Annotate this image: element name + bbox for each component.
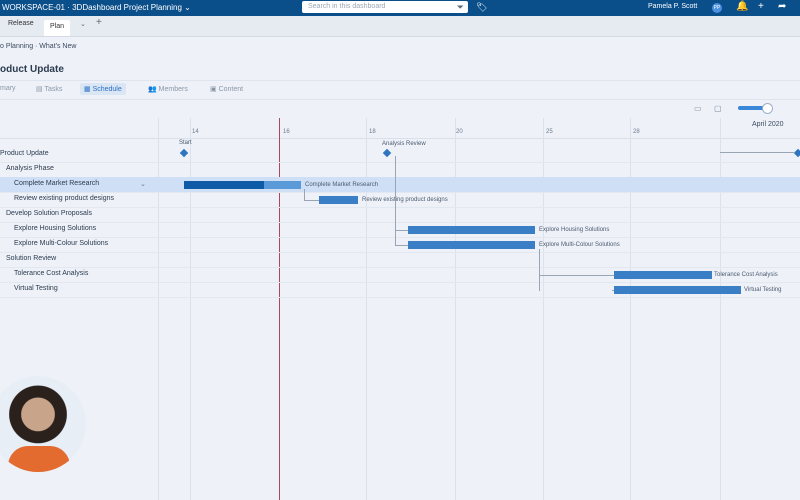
- bar-label: Complete Market Research: [305, 182, 379, 188]
- content-icon: ▣: [210, 86, 219, 93]
- milestone-label: Start: [179, 140, 192, 146]
- bell-icon[interactable]: 🔔: [736, 1, 748, 12]
- task-bar[interactable]: [614, 286, 741, 294]
- breadcrumb: o Planning · What's New: [0, 43, 77, 50]
- tab-tasks-label: Tasks: [44, 86, 63, 93]
- table-row[interactable]: Develop Solution Proposals: [0, 207, 800, 223]
- search-placeholder: Search in this dashboard: [308, 3, 386, 10]
- week-label: 28: [633, 129, 640, 135]
- week-label: 25: [546, 129, 553, 135]
- week-label: 20: [456, 129, 463, 135]
- task-bar[interactable]: [319, 196, 358, 204]
- dependency-line: [304, 200, 319, 201]
- table-row[interactable]: Product Update: [0, 147, 800, 163]
- row-label: Complete Market Research: [14, 180, 100, 187]
- task-bar[interactable]: [408, 241, 535, 249]
- members-icon: 👥: [148, 86, 159, 93]
- bar-label: Tolerance Cost Analysis: [714, 272, 778, 278]
- row-label: Solution Review: [6, 255, 57, 262]
- sub-tabs: mary ▤ Tasks ▦ Schedule 👥 Members ▣ Cont…: [0, 80, 800, 100]
- bar-label: Review existing product designs: [362, 197, 448, 203]
- share-icon[interactable]: ➦: [778, 1, 786, 12]
- top-bar: WORKSPACE-01 · 3DDashboard Project Plann…: [0, 0, 800, 16]
- week-label: 14: [192, 129, 199, 135]
- row-label: Develop Solution Proposals: [6, 210, 92, 217]
- table-row[interactable]: Complete Market Research ⌄: [0, 177, 800, 193]
- tab-tasks[interactable]: ▤ Tasks: [36, 85, 62, 93]
- tab-content-label: Content: [218, 86, 244, 93]
- dependency-line: [395, 245, 408, 246]
- row-label: Explore Housing Solutions: [14, 225, 97, 232]
- zoom-slider[interactable]: [738, 103, 773, 114]
- filter-icon[interactable]: ⏷: [457, 2, 464, 13]
- chevron-down-icon[interactable]: ⌄: [140, 180, 146, 188]
- task-bar[interactable]: [614, 271, 712, 279]
- add-tab-icon[interactable]: +: [96, 17, 102, 28]
- tab-content[interactable]: ▣ Content: [210, 85, 243, 93]
- chevron-down-icon[interactable]: ⌄: [80, 20, 86, 28]
- row-label: Analysis Phase: [6, 165, 54, 172]
- row-label: Explore Multi-Colour Solutions: [14, 240, 109, 247]
- dependency-line: [539, 249, 540, 291]
- page-title: oduct Update: [0, 64, 64, 75]
- zoom-slider-knob[interactable]: [762, 103, 773, 114]
- tag-icon[interactable]: 🏷: [476, 2, 487, 13]
- app-title[interactable]: WORKSPACE-01 · 3DDashboard Project Plann…: [2, 3, 191, 12]
- search-input[interactable]: Search in this dashboard ⏷: [302, 1, 468, 13]
- webcam-presenter-image: [0, 376, 86, 472]
- task-bar[interactable]: [264, 181, 301, 189]
- row-label: Virtual Testing: [14, 285, 58, 292]
- add-icon[interactable]: +: [758, 1, 764, 12]
- dependency-line: [395, 156, 396, 246]
- table-row[interactable]: Solution Review: [0, 252, 800, 268]
- tab-schedule-label: Schedule: [92, 86, 122, 93]
- bar-label: Explore Multi-Colour Solutions: [539, 242, 620, 248]
- task-bar[interactable]: [184, 181, 264, 189]
- month-label: April 2020: [752, 121, 784, 128]
- dependency-line: [539, 275, 614, 276]
- task-bar[interactable]: [408, 226, 535, 234]
- row-label: Product Update: [0, 150, 49, 157]
- tab-members-label: Members: [158, 86, 188, 93]
- gantt-header: [0, 118, 800, 139]
- bar-label: Virtual Testing: [744, 287, 782, 293]
- tab-members[interactable]: 👥 Members: [148, 85, 188, 93]
- user-name[interactable]: Pamela P. Scott: [648, 3, 697, 10]
- avatar[interactable]: PP: [712, 3, 722, 13]
- calendar-icon: ▦: [84, 86, 93, 93]
- milestone-label: Analysis Review: [382, 141, 426, 147]
- row-label: Review existing product designs: [14, 195, 114, 202]
- export-icon[interactable]: ▭: [694, 104, 702, 113]
- layout-icon[interactable]: ▢: [714, 104, 722, 113]
- week-label: 18: [369, 129, 376, 135]
- tab-summary[interactable]: mary: [0, 85, 16, 92]
- tab-schedule[interactable]: ▦ Schedule: [80, 83, 126, 95]
- bar-label: Explore Housing Solutions: [539, 227, 610, 233]
- table-row[interactable]: Analysis Phase: [0, 162, 800, 178]
- tab-plan[interactable]: Plan: [44, 20, 71, 36]
- dependency-line: [720, 152, 795, 153]
- tab-bar: Release Plan ⌄ +: [0, 16, 800, 37]
- row-label: Tolerance Cost Analysis: [14, 270, 89, 277]
- presenter-shirt: [8, 446, 70, 472]
- week-label: 16: [283, 129, 290, 135]
- dependency-line: [304, 189, 305, 200]
- dependency-line: [395, 230, 408, 231]
- tab-release[interactable]: Release: [8, 20, 34, 27]
